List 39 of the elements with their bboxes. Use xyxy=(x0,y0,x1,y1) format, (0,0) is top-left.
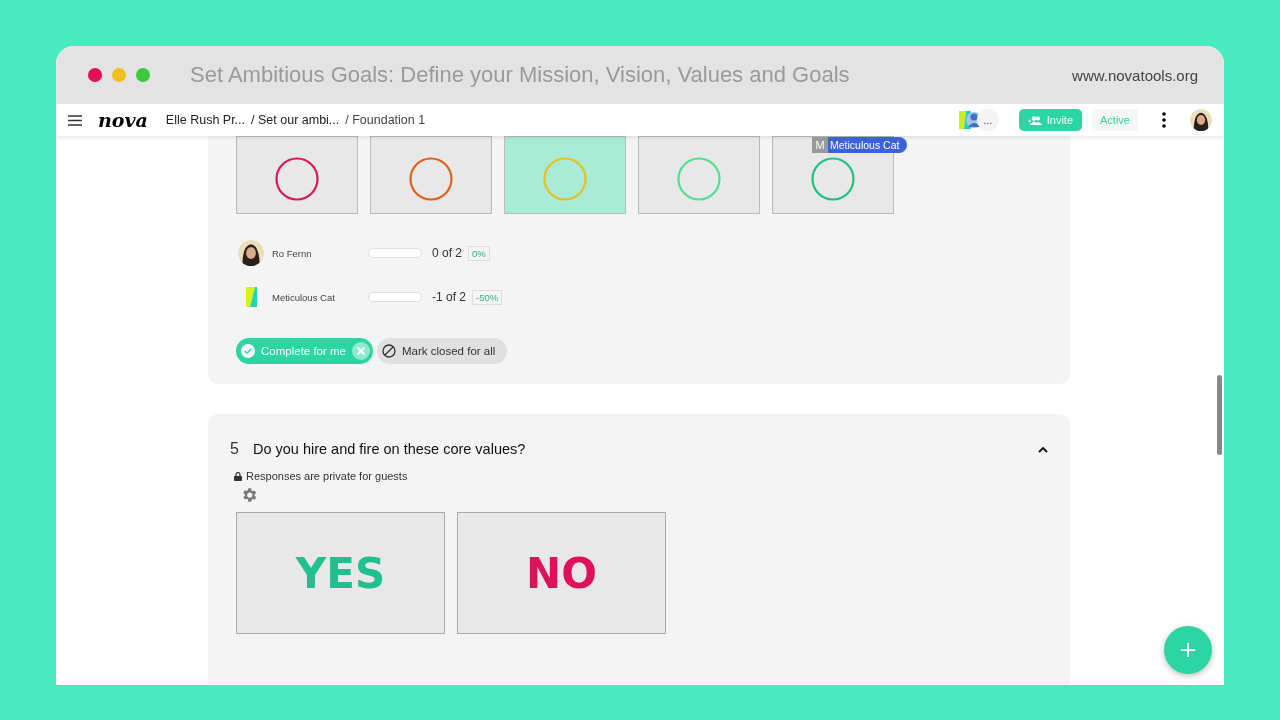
logo[interactable]: nova xyxy=(98,109,148,131)
lock-icon xyxy=(234,471,242,481)
progress-bar xyxy=(368,248,422,258)
percent-badge: 0% xyxy=(468,245,490,261)
privacy-note: Responses are private for guests xyxy=(246,470,408,482)
prohibited-icon xyxy=(382,344,396,358)
question-number: 5 xyxy=(230,440,239,458)
breadcrumb-link[interactable]: / Foundation 1 xyxy=(345,113,426,127)
answer-option[interactable]: NO xyxy=(457,512,666,634)
voter-name: Meticulous Cat xyxy=(830,138,900,153)
user-avatar[interactable] xyxy=(1190,109,1212,131)
rating-option[interactable] xyxy=(236,136,358,214)
user-avatar xyxy=(238,240,264,266)
breadcrumb-link[interactable]: / Set our ambi... xyxy=(251,113,340,127)
more-people-text[interactable]: ... xyxy=(976,109,999,131)
scrollbar-thumb[interactable] xyxy=(1217,375,1222,455)
question-title: Do you hire and fire on these core values? xyxy=(252,441,527,457)
url-text: www.novatools.org xyxy=(1072,66,1198,84)
close-icon[interactable] xyxy=(352,342,370,360)
progress-text: -1 of 2 xyxy=(432,290,467,304)
close-window-button[interactable] xyxy=(88,68,102,82)
mark-closed-button[interactable]: Mark closed for all xyxy=(377,338,508,364)
menu-icon[interactable] xyxy=(68,114,82,126)
collapse-icon[interactable] xyxy=(1038,445,1048,453)
add-button[interactable] xyxy=(1164,626,1212,674)
plus-icon xyxy=(1181,643,1195,657)
participant-name: Ro Fernn xyxy=(272,247,313,259)
breadcrumb-link[interactable]: Elle Rush Pr... xyxy=(165,113,246,127)
window-title: Set Ambitious Goals: Define your Mission, Vision, Values and Goals xyxy=(190,62,851,88)
avatar-stack-icon[interactable] xyxy=(958,109,981,131)
check-circle-icon xyxy=(241,344,255,358)
progress-bar xyxy=(368,292,422,302)
avatar-initial: M xyxy=(812,137,828,153)
percent-badge: -50% xyxy=(472,289,503,305)
add-people-icon xyxy=(1027,115,1042,125)
participant-name: Meticulous Cat xyxy=(272,291,336,303)
more-options-icon[interactable] xyxy=(1162,112,1166,128)
progress-text: 0 of 2 xyxy=(432,246,463,260)
rating-option[interactable] xyxy=(370,136,492,214)
